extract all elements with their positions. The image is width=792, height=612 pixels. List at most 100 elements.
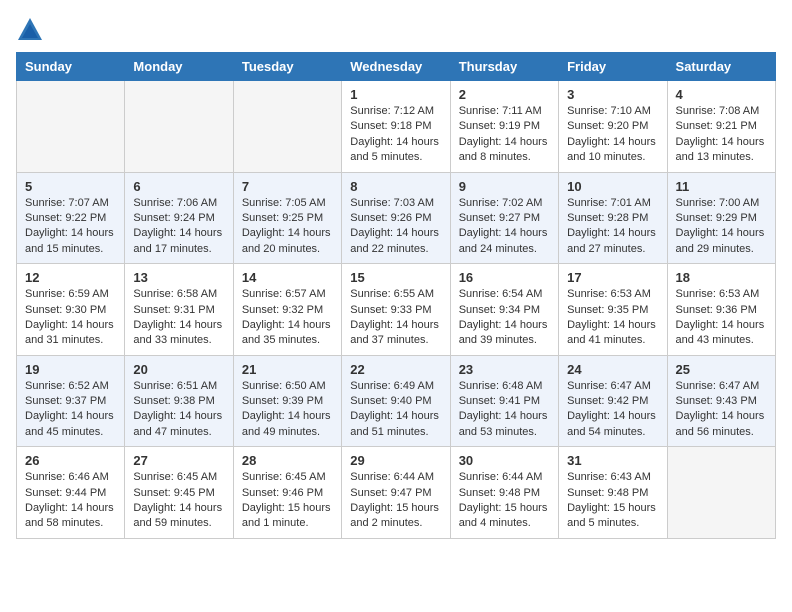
day-number: 30	[459, 453, 550, 468]
week-row: 19 Sunrise: 6:52 AM Sunset: 9:37 PM Dayli…	[17, 355, 776, 447]
calendar-cell: 17 Sunrise: 6:53 AM Sunset: 9:35 PM Dayli…	[559, 264, 667, 356]
day-info: Sunrise: 6:51 AM Sunset: 9:38 PM Dayligh…	[133, 379, 224, 441]
calendar-table: SundayMondayTuesdayWednesdayThursdayFrid…	[16, 52, 776, 539]
day-info: Sunrise: 6:49 AM Sunset: 9:40 PM Dayligh…	[350, 379, 441, 441]
day-info: Sunrise: 7:00 AM Sunset: 9:29 PM Dayligh…	[676, 196, 767, 258]
day-info: Sunrise: 6:46 AM Sunset: 9:44 PM Dayligh…	[25, 470, 116, 532]
day-number: 13	[133, 270, 224, 285]
day-info: Sunrise: 7:05 AM Sunset: 9:25 PM Dayligh…	[242, 196, 333, 258]
day-info: Sunrise: 6:44 AM Sunset: 9:47 PM Dayligh…	[350, 470, 441, 532]
day-number: 27	[133, 453, 224, 468]
day-info: Sunrise: 6:47 AM Sunset: 9:43 PM Dayligh…	[676, 379, 767, 441]
calendar-cell: 23Sunrise: 6:48 AM Sunset: 9:41 PM Dayli…	[450, 355, 558, 447]
day-number: 1	[350, 87, 441, 102]
day-info: Sunrise: 6:53 AM Sunset: 9:35 PM Dayligh…	[567, 287, 658, 349]
day-info: Sunrise: 6:59 AM Sunset: 9:30 PM Dayligh…	[25, 287, 116, 349]
day-number: 2	[459, 87, 550, 102]
day-number: 15	[350, 270, 441, 285]
week-row: 5 Sunrise: 7:07 AM Sunset: 9:22 PM Daylig…	[17, 172, 776, 264]
calendar-cell: 7 Sunrise: 7:05 AM Sunset: 9:25 PM Daylig…	[233, 172, 341, 264]
calendar-cell: 6Sunrise: 7:06 AM Sunset: 9:24 PM Daylig…	[125, 172, 233, 264]
calendar-cell: 30Sunrise: 6:44 AM Sunset: 9:48 PM Dayli…	[450, 447, 558, 539]
day-number: 24	[567, 362, 658, 377]
calendar-cell: 1 Sunrise: 7:12 AM Sunset: 9:18 PM Daylig…	[342, 81, 450, 173]
day-number: 23	[459, 362, 550, 377]
day-number: 5	[25, 179, 116, 194]
logo-icon	[16, 16, 44, 44]
page-header	[16, 16, 776, 44]
day-info: Sunrise: 7:01 AM Sunset: 9:28 PM Dayligh…	[567, 196, 658, 258]
header-sunday: Sunday	[17, 53, 125, 81]
day-number: 6	[133, 179, 224, 194]
day-number: 19	[25, 362, 116, 377]
day-info: Sunrise: 7:03 AM Sunset: 9:26 PM Dayligh…	[350, 196, 441, 258]
week-row: 26 Sunrise: 6:46 AM Sunset: 9:44 PM Dayli…	[17, 447, 776, 539]
day-info: Sunrise: 6:55 AM Sunset: 9:33 PM Dayligh…	[350, 287, 441, 349]
day-info: Sunrise: 7:08 AM Sunset: 9:21 PM Dayligh…	[676, 104, 767, 166]
header-friday: Friday	[559, 53, 667, 81]
calendar-cell: 21 Sunrise: 6:50 AM Sunset: 9:39 PM Dayli…	[233, 355, 341, 447]
calendar-cell: 4 Sunrise: 7:08 AM Sunset: 9:21 PM Daylig…	[667, 81, 775, 173]
day-number: 4	[676, 87, 767, 102]
header-saturday: Saturday	[667, 53, 775, 81]
calendar-cell: 13Sunrise: 6:58 AM Sunset: 9:31 PM Dayli…	[125, 264, 233, 356]
calendar-cell: 26 Sunrise: 6:46 AM Sunset: 9:44 PM Dayli…	[17, 447, 125, 539]
day-info: Sunrise: 7:12 AM Sunset: 9:18 PM Dayligh…	[350, 104, 441, 166]
calendar-cell: 15 Sunrise: 6:55 AM Sunset: 9:33 PM Dayli…	[342, 264, 450, 356]
day-info: Sunrise: 7:02 AM Sunset: 9:27 PM Dayligh…	[459, 196, 550, 258]
day-number: 20	[133, 362, 224, 377]
calendar-cell	[125, 81, 233, 173]
day-number: 17	[567, 270, 658, 285]
day-info: Sunrise: 6:45 AM Sunset: 9:46 PM Dayligh…	[242, 470, 333, 532]
calendar-cell: 31Sunrise: 6:43 AM Sunset: 9:48 PM Dayli…	[559, 447, 667, 539]
day-info: Sunrise: 6:54 AM Sunset: 9:34 PM Dayligh…	[459, 287, 550, 349]
header-row: SundayMondayTuesdayWednesdayThursdayFrid…	[17, 53, 776, 81]
calendar-cell: 5 Sunrise: 7:07 AM Sunset: 9:22 PM Daylig…	[17, 172, 125, 264]
day-info: Sunrise: 6:45 AM Sunset: 9:45 PM Dayligh…	[133, 470, 224, 532]
calendar-cell: 27 Sunrise: 6:45 AM Sunset: 9:45 PM Dayli…	[125, 447, 233, 539]
day-number: 11	[676, 179, 767, 194]
header-wednesday: Wednesday	[342, 53, 450, 81]
calendar-cell: 2 Sunrise: 7:11 AM Sunset: 9:19 PM Daylig…	[450, 81, 558, 173]
header-thursday: Thursday	[450, 53, 558, 81]
calendar-cell: 29Sunrise: 6:44 AM Sunset: 9:47 PM Dayli…	[342, 447, 450, 539]
day-number: 16	[459, 270, 550, 285]
calendar-cell	[233, 81, 341, 173]
day-info: Sunrise: 6:47 AM Sunset: 9:42 PM Dayligh…	[567, 379, 658, 441]
calendar-cell: 24 Sunrise: 6:47 AM Sunset: 9:42 PM Dayli…	[559, 355, 667, 447]
day-number: 18	[676, 270, 767, 285]
day-info: Sunrise: 6:52 AM Sunset: 9:37 PM Dayligh…	[25, 379, 116, 441]
day-number: 7	[242, 179, 333, 194]
day-number: 22	[350, 362, 441, 377]
day-info: Sunrise: 6:57 AM Sunset: 9:32 PM Dayligh…	[242, 287, 333, 349]
calendar-cell: 10 Sunrise: 7:01 AM Sunset: 9:28 PM Dayli…	[559, 172, 667, 264]
header-tuesday: Tuesday	[233, 53, 341, 81]
day-number: 10	[567, 179, 658, 194]
calendar-cell: 18 Sunrise: 6:53 AM Sunset: 9:36 PM Dayli…	[667, 264, 775, 356]
day-number: 21	[242, 362, 333, 377]
week-row: 12Sunrise: 6:59 AM Sunset: 9:30 PM Dayli…	[17, 264, 776, 356]
calendar-cell	[17, 81, 125, 173]
calendar-cell: 3 Sunrise: 7:10 AM Sunset: 9:20 PM Daylig…	[559, 81, 667, 173]
calendar-cell: 20 Sunrise: 6:51 AM Sunset: 9:38 PM Dayli…	[125, 355, 233, 447]
day-info: Sunrise: 7:10 AM Sunset: 9:20 PM Dayligh…	[567, 104, 658, 166]
day-number: 28	[242, 453, 333, 468]
day-number: 8	[350, 179, 441, 194]
calendar-cell: 19 Sunrise: 6:52 AM Sunset: 9:37 PM Dayli…	[17, 355, 125, 447]
day-number: 26	[25, 453, 116, 468]
calendar-cell: 11 Sunrise: 7:00 AM Sunset: 9:29 PM Dayli…	[667, 172, 775, 264]
day-number: 3	[567, 87, 658, 102]
calendar-cell: 9Sunrise: 7:02 AM Sunset: 9:27 PM Daylig…	[450, 172, 558, 264]
calendar-cell: 28 Sunrise: 6:45 AM Sunset: 9:46 PM Dayli…	[233, 447, 341, 539]
day-info: Sunrise: 7:07 AM Sunset: 9:22 PM Dayligh…	[25, 196, 116, 258]
day-info: Sunrise: 6:53 AM Sunset: 9:36 PM Dayligh…	[676, 287, 767, 349]
week-row: 1 Sunrise: 7:12 AM Sunset: 9:18 PM Daylig…	[17, 81, 776, 173]
day-number: 14	[242, 270, 333, 285]
calendar-cell: 25Sunrise: 6:47 AM Sunset: 9:43 PM Dayli…	[667, 355, 775, 447]
day-info: Sunrise: 7:11 AM Sunset: 9:19 PM Dayligh…	[459, 104, 550, 166]
day-info: Sunrise: 6:50 AM Sunset: 9:39 PM Dayligh…	[242, 379, 333, 441]
calendar-cell: 12Sunrise: 6:59 AM Sunset: 9:30 PM Dayli…	[17, 264, 125, 356]
calendar-cell: 14 Sunrise: 6:57 AM Sunset: 9:32 PM Dayli…	[233, 264, 341, 356]
calendar-cell: 16 Sunrise: 6:54 AM Sunset: 9:34 PM Dayli…	[450, 264, 558, 356]
calendar-cell: 22 Sunrise: 6:49 AM Sunset: 9:40 PM Dayli…	[342, 355, 450, 447]
